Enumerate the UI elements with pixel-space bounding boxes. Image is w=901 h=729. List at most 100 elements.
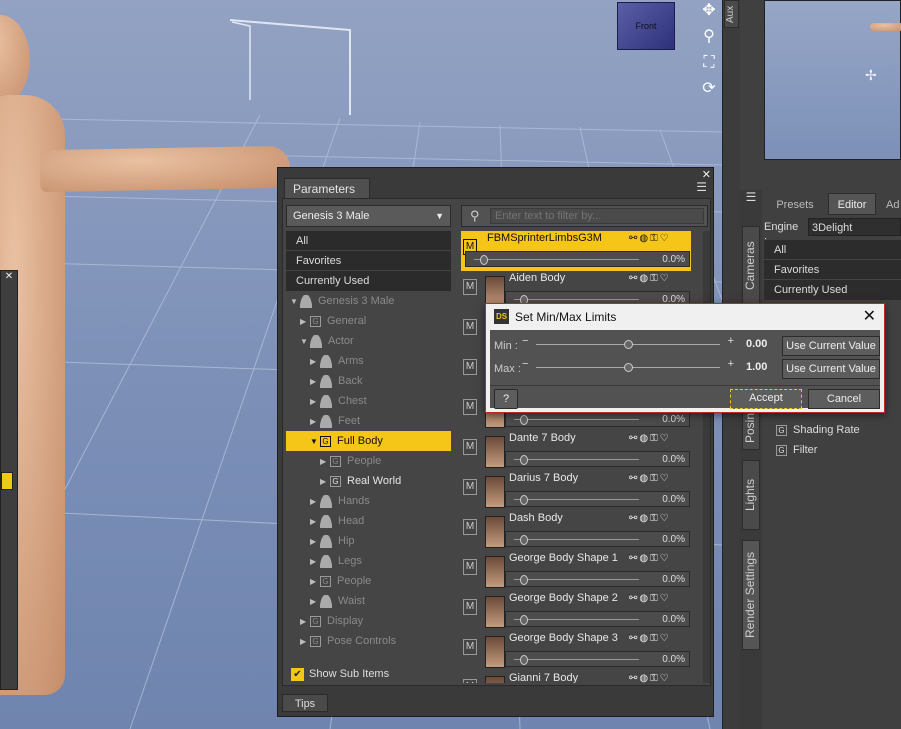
tab-editor[interactable]: Editor: [828, 193, 876, 215]
param-cat-favorites[interactable]: Favorites: [286, 251, 451, 271]
plus-icon[interactable]: +: [728, 358, 734, 370]
morph-slider[interactable]: 0.0%: [505, 531, 690, 547]
tree-item[interactable]: ▶ Legs: [286, 551, 451, 571]
link-icon[interactable]: ⚯: [629, 553, 639, 564]
paint-icon[interactable]: ◍: [639, 593, 650, 604]
lock-icon[interactable]: ⚿: [650, 553, 660, 564]
m-badge[interactable]: M: [463, 479, 477, 495]
use-current-max-button[interactable]: Use Current Value: [782, 359, 880, 379]
m-badge[interactable]: M: [463, 319, 477, 335]
morph-row[interactable]: M George Body Shape 2 ⚯◍⚿♡ 0.0%: [461, 591, 691, 631]
morph-value[interactable]: 0.0%: [662, 614, 685, 625]
paint-icon[interactable]: ◍: [639, 513, 650, 524]
morph-row[interactable]: M Gianni 7 Body ⚯◍⚿♡: [461, 671, 691, 683]
paint-icon[interactable]: ◍: [639, 273, 650, 284]
link-icon[interactable]: ⚯: [629, 473, 639, 484]
tree-item[interactable]: ▶ G Display: [286, 611, 451, 631]
expanded-arrow-icon[interactable]: ▼: [310, 432, 320, 452]
collapsed-arrow-icon[interactable]: ▶: [320, 452, 330, 472]
collapsed-arrow-icon[interactable]: ▶: [300, 612, 310, 632]
zoom-icon[interactable]: ⚲: [698, 26, 720, 48]
lock-icon[interactable]: ⚿: [650, 273, 660, 284]
show-sub-items[interactable]: ✔ Show Sub Items: [291, 666, 441, 682]
paint-icon[interactable]: ◍: [639, 433, 650, 444]
morph-row[interactable]: M FBMSprinterLimbsG3M ⚯◍⚿♡ 0.0%: [461, 231, 691, 271]
lock-icon[interactable]: ⚿: [650, 633, 660, 644]
collapsed-arrow-icon[interactable]: ▶: [310, 492, 320, 512]
render-tree-item[interactable]: G Filter: [776, 440, 896, 460]
m-badge[interactable]: M: [463, 559, 477, 575]
node-select[interactable]: Genesis 3 Male ▼: [286, 205, 451, 227]
max-slider[interactable]: − +: [522, 358, 734, 375]
slider-knob[interactable]: [520, 615, 528, 625]
aux-viewport[interactable]: ✢: [764, 0, 901, 160]
collapsed-arrow-icon[interactable]: ▶: [310, 352, 320, 372]
collapsed-arrow-icon[interactable]: ▶: [310, 592, 320, 612]
slider-knob[interactable]: [520, 655, 528, 665]
lock-icon[interactable]: ⚿: [650, 593, 660, 604]
tree-item[interactable]: ▶ Head: [286, 511, 451, 531]
side-tab-cameras[interactable]: Cameras: [742, 226, 760, 306]
slider-knob[interactable]: [520, 495, 528, 505]
tree-item[interactable]: ▶ Feet: [286, 411, 451, 431]
morph-row[interactable]: M Dash Body ⚯◍⚿♡ 0.0%: [461, 511, 691, 551]
tab-parameters[interactable]: Parameters: [284, 178, 370, 198]
heart-icon[interactable]: ♡: [660, 273, 671, 284]
slider-knob[interactable]: [520, 575, 528, 585]
tree-item[interactable]: ▶ G Real World: [286, 471, 451, 491]
expanded-arrow-icon[interactable]: ▼: [300, 332, 310, 352]
accept-button[interactable]: Accept: [730, 389, 802, 409]
collapsed-arrow-icon[interactable]: ▶: [300, 312, 310, 332]
lock-icon[interactable]: ⚿: [650, 513, 660, 524]
link-icon[interactable]: ⚯: [629, 433, 639, 444]
tips-button[interactable]: Tips: [282, 694, 328, 712]
help-button[interactable]: ?: [494, 389, 518, 409]
paint-icon[interactable]: ◍: [639, 633, 650, 644]
expanded-arrow-icon[interactable]: ▼: [290, 292, 300, 312]
paint-icon[interactable]: ◍: [639, 553, 650, 564]
collapsed-arrow-icon[interactable]: ▶: [310, 552, 320, 572]
collapsed-arrow-icon[interactable]: ▶: [310, 512, 320, 532]
heart-icon[interactable]: ♡: [660, 433, 671, 444]
collapsed-arrow-icon[interactable]: ▶: [310, 372, 320, 392]
menu-icon[interactable]: ☰: [740, 190, 762, 204]
morph-row[interactable]: M Darius 7 Body ⚯◍⚿♡ 0.0%: [461, 471, 691, 511]
render-cat-all[interactable]: All: [764, 240, 901, 260]
morph-slider[interactable]: 0.0%: [465, 251, 690, 267]
min-value[interactable]: 0.00: [746, 338, 767, 350]
max-slider-knob[interactable]: [624, 363, 633, 372]
tree-item[interactable]: ▶ G General: [286, 311, 451, 331]
m-badge[interactable]: M: [463, 519, 477, 535]
link-icon[interactable]: ⚯: [629, 513, 639, 524]
tree-item[interactable]: ▼ Genesis 3 Male: [286, 291, 451, 311]
lock-icon[interactable]: ⚿: [650, 433, 660, 444]
m-badge[interactable]: M: [463, 639, 477, 655]
render-cat-currently-used[interactable]: Currently Used: [764, 280, 901, 300]
paint-icon[interactable]: ◍: [639, 233, 650, 244]
view-cube[interactable]: Front: [617, 2, 675, 50]
checkbox-checked-icon[interactable]: ✔: [291, 667, 304, 681]
morph-slider[interactable]: 0.0%: [505, 451, 690, 467]
morph-row[interactable]: M George Body Shape 3 ⚯◍⚿♡ 0.0%: [461, 631, 691, 671]
link-icon[interactable]: ⚯: [629, 593, 639, 604]
param-cat-all[interactable]: All: [286, 231, 451, 251]
slider-knob[interactable]: [480, 255, 488, 265]
pane-menu-icon[interactable]: ☰: [696, 180, 707, 194]
tree-item[interactable]: ▶ G People: [286, 451, 451, 471]
close-icon[interactable]: ✕: [1, 271, 17, 282]
tree-item[interactable]: ▶ Back: [286, 371, 451, 391]
heart-icon[interactable]: ♡: [660, 553, 671, 564]
m-badge[interactable]: M: [463, 439, 477, 455]
morph-value[interactable]: 0.0%: [662, 494, 685, 505]
collapsed-arrow-icon[interactable]: ▶: [310, 412, 320, 432]
m-badge[interactable]: M: [463, 359, 477, 375]
tree-item[interactable]: ▼ Actor: [286, 331, 451, 351]
slider-knob[interactable]: [520, 415, 528, 425]
cancel-button[interactable]: Cancel: [808, 389, 880, 409]
m-badge[interactable]: M: [463, 279, 477, 295]
collapsed-arrow-icon[interactable]: ▶: [310, 392, 320, 412]
slider-knob[interactable]: [520, 455, 528, 465]
use-current-min-button[interactable]: Use Current Value: [782, 336, 880, 356]
morph-value[interactable]: 0.0%: [662, 534, 685, 545]
tree-item[interactable]: ▶ Chest: [286, 391, 451, 411]
